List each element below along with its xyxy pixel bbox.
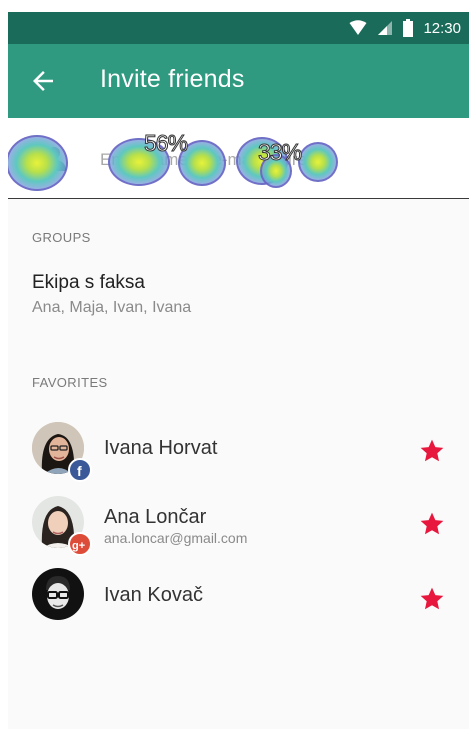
favorite-contact-row[interactable]: f Ivana Horvat [8, 418, 469, 482]
svg-text:g+: g+ [72, 540, 85, 552]
contact-name: Ana Lončar [104, 506, 207, 528]
status-time: 12:30 [423, 19, 461, 37]
signal-icon [378, 21, 393, 35]
favorite-contact-row[interactable]: Ivan Kovač [8, 564, 469, 628]
heatmap-blob [8, 135, 68, 191]
star-icon[interactable] [419, 511, 445, 537]
app-bar: Invite friends [8, 44, 469, 118]
page-title: Invite friends [100, 65, 245, 93]
svg-text:f: f [77, 463, 82, 479]
battery-icon [403, 19, 414, 37]
group-item[interactable]: Ekipa s faksa Ana, Maja, Ivan, Ivana [8, 262, 469, 322]
contact-email: ana.loncar@gmail.com [104, 530, 248, 546]
heatmap-blob [298, 142, 338, 182]
group-members: Ana, Maja, Ivan, Ivana [32, 299, 192, 316]
contact-name: Ivana Horvat [104, 437, 218, 459]
star-icon[interactable] [419, 586, 445, 612]
phone-screen: 12:30 Invite friends 56% 33% GROUPS Ekip… [8, 12, 469, 729]
google-plus-icon: g+ [68, 532, 92, 556]
wifi-icon [349, 20, 367, 35]
star-icon[interactable] [419, 438, 445, 464]
facebook-icon: f [68, 458, 92, 482]
group-name: Ekipa s faksa [32, 272, 145, 293]
status-bar: 12:30 [8, 12, 469, 44]
back-arrow-icon[interactable] [28, 66, 58, 96]
heatmap-percentage: 56% [143, 130, 188, 157]
favorites-header: FAVORITES [32, 375, 108, 390]
search-row: 56% 33% [8, 118, 469, 199]
screen-margin [0, 0, 8, 729]
avatar [32, 568, 84, 620]
groups-header: GROUPS [32, 230, 91, 245]
heatmap-percentage: 33% [257, 139, 302, 166]
contact-name: Ivan Kovač [104, 584, 203, 606]
favorite-contact-row[interactable]: g+ Ana Lončar ana.loncar@gmail.com [8, 492, 469, 556]
